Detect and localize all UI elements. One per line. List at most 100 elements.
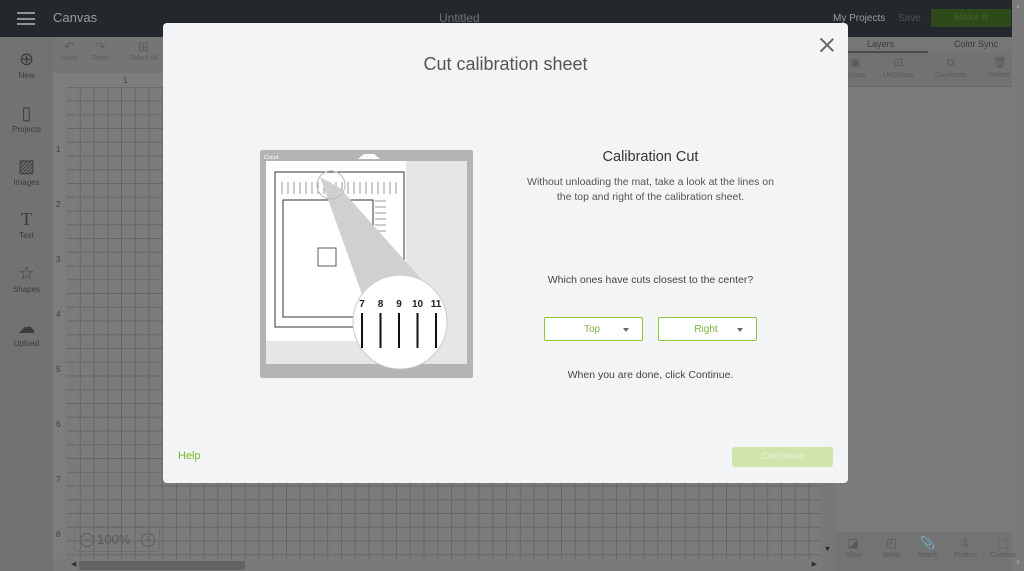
scroll-left-icon[interactable]: ◀: [71, 560, 76, 568]
ungroup-label: UnGroup: [883, 70, 914, 79]
bottom-toolbar: ◪ Slice ◰ Weld 📎 Attach ⇩ Flatten ⬚ Contour: [835, 532, 1017, 571]
ruler-label: 7: [56, 475, 61, 484]
flatten-icon: ⇩: [960, 536, 971, 550]
contour-icon: ⬚: [997, 536, 1010, 550]
redo-button[interactable]: ↷ Redo: [92, 39, 109, 62]
select-all-button[interactable]: ⊞ Select All: [129, 39, 158, 62]
panel-tabs: Layers Color Sync: [835, 37, 1012, 53]
redo-icon: ↷: [94, 39, 106, 54]
save-button[interactable]: Save: [898, 13, 921, 24]
tab-color-sync[interactable]: Color Sync: [954, 39, 998, 49]
sidebar-item-projects[interactable]: ▯ Projects: [0, 103, 53, 134]
sidebar-item-label: Text: [19, 231, 34, 240]
undo-label: Undo: [61, 55, 78, 62]
sidebar-item-new[interactable]: ⊕ New: [0, 49, 53, 80]
calibration-modal: Cut calibration sheet Cricut 7 8 9 10 11 Cal…: [163, 23, 848, 483]
calibration-mat-illustration: Cricut 7 8 9 10 11: [260, 150, 473, 378]
done-instruction: When you are done, click Continue.: [567, 369, 734, 381]
scroll-up-icon[interactable]: ▲: [1015, 4, 1021, 10]
ruler-label: 6: [56, 420, 61, 429]
undo-icon: ↶: [63, 39, 75, 54]
sidebar-item-label: New: [18, 71, 35, 80]
zoom-out-button[interactable]: −: [80, 533, 94, 547]
layer-toolbar: ▣ Group ⊡ UnGroup ⧉ Duplicate 🗑 Delete: [835, 53, 1012, 87]
duplicate-icon: ⧉: [946, 57, 955, 69]
canvas-horizontal-scrollbar[interactable]: ◀ ▶: [67, 559, 821, 571]
left-sidebar: ⊕ New ▯ Projects ▨ Images T Text ☆ Shape…: [0, 37, 53, 571]
section-title: Calibration Cut: [602, 149, 699, 165]
make-it-button[interactable]: Make It: [931, 9, 1011, 27]
scroll-down-icon[interactable]: ▼: [824, 546, 831, 553]
tab-layers[interactable]: Layers: [867, 39, 894, 49]
ruler-label: 8: [56, 530, 61, 539]
layers-panel: Layers Color Sync ▣ Group ⊡ UnGroup ⧉ Dupli…: [835, 37, 1017, 571]
chevron-down-icon: [737, 328, 743, 332]
app-title: Canvas: [53, 10, 98, 25]
delete-label: Delete: [989, 70, 1011, 79]
flatten-label: Flatten: [954, 550, 977, 559]
center-square: [317, 247, 337, 267]
close-icon[interactable]: [819, 37, 835, 53]
ungroup-icon: ⊡: [893, 57, 903, 69]
select-all-icon: ⊞: [137, 39, 149, 54]
page-scrollbar[interactable]: ▲ ▼: [1012, 0, 1024, 571]
continue-button[interactable]: Continue: [732, 447, 833, 467]
shapes-icon: ☆: [18, 263, 35, 283]
magnified-number: 8: [378, 299, 384, 310]
ruler-label: 2: [56, 200, 61, 209]
zoom-control: − 100% +: [74, 526, 160, 552]
undo-button[interactable]: ↶ Undo: [61, 39, 78, 62]
notebook-icon: ▯: [21, 103, 32, 123]
ruler-label: 4: [56, 310, 61, 319]
cloud-upload-icon: ☁: [17, 317, 36, 337]
ruler-left: 1 2 3 4 5 6 7 8: [53, 73, 67, 559]
paperclip-icon: 📎: [920, 536, 936, 550]
scrollbar-thumb[interactable]: [79, 561, 245, 570]
contour-label: Contour: [990, 550, 1017, 559]
cricut-logo: Cricut: [264, 155, 279, 161]
sidebar-item-label: Projects: [12, 125, 41, 134]
sidebar-item-label: Shapes: [12, 285, 41, 294]
description: Without unloading the mat, take a look a…: [527, 176, 774, 203]
group-icon: ▣: [850, 57, 861, 69]
delete-button[interactable]: 🗑 Delete: [989, 56, 1011, 79]
magnified-number: 7: [359, 299, 365, 310]
magnified-number: 11: [431, 299, 442, 310]
sidebar-item-shapes[interactable]: ☆ Shapes: [0, 263, 53, 294]
sidebar-item-label: Images: [13, 178, 40, 187]
ungroup-button[interactable]: ⊡ UnGroup: [883, 56, 913, 79]
help-link[interactable]: Help: [178, 450, 201, 462]
flatten-button[interactable]: ⇩ Flatten: [954, 536, 977, 559]
scroll-right-icon[interactable]: ▶: [812, 560, 817, 568]
zoom-level: 100%: [97, 532, 131, 547]
attach-label: Attach: [917, 550, 939, 559]
hamburger-menu-icon[interactable]: [17, 12, 35, 25]
slice-button[interactable]: ◪ Slice: [845, 536, 861, 559]
ruler-label: 1: [56, 145, 61, 154]
weld-button[interactable]: ◰ Weld: [883, 536, 900, 559]
instructions-column: Calibration Cut Without unloading the ma…: [513, 23, 788, 483]
zoom-in-button[interactable]: +: [141, 533, 155, 547]
ruler-label: 5: [56, 365, 61, 374]
image-icon: ▨: [17, 156, 35, 176]
select-all-label: Select All: [129, 55, 158, 62]
ruler-label: 1: [123, 76, 128, 85]
group-button[interactable]: ▣ Group: [845, 56, 866, 79]
magnified-number: 9: [396, 299, 402, 310]
duplicate-label: Duplicate: [935, 70, 967, 79]
group-label: Group: [845, 70, 866, 79]
plus-circle-icon: ⊕: [18, 49, 35, 69]
sidebar-item-upload[interactable]: ☁ Upload: [0, 317, 53, 348]
sidebar-item-images[interactable]: ▨ Images: [0, 156, 53, 187]
ruler-label: 3: [56, 255, 61, 264]
top-dropdown[interactable]: Top: [544, 317, 643, 341]
duplicate-button[interactable]: ⧉ Duplicate: [935, 56, 966, 79]
contour-button[interactable]: ⬚ Contour: [990, 536, 1017, 559]
magnified-number: 10: [412, 299, 424, 310]
attach-button[interactable]: 📎 Attach: [917, 536, 938, 559]
slice-icon: ◪: [847, 536, 859, 550]
right-dropdown[interactable]: Right: [658, 317, 757, 341]
sidebar-item-text[interactable]: T Text: [0, 209, 53, 240]
scroll-down-icon[interactable]: ▼: [1015, 560, 1021, 566]
text-icon: T: [21, 209, 32, 229]
